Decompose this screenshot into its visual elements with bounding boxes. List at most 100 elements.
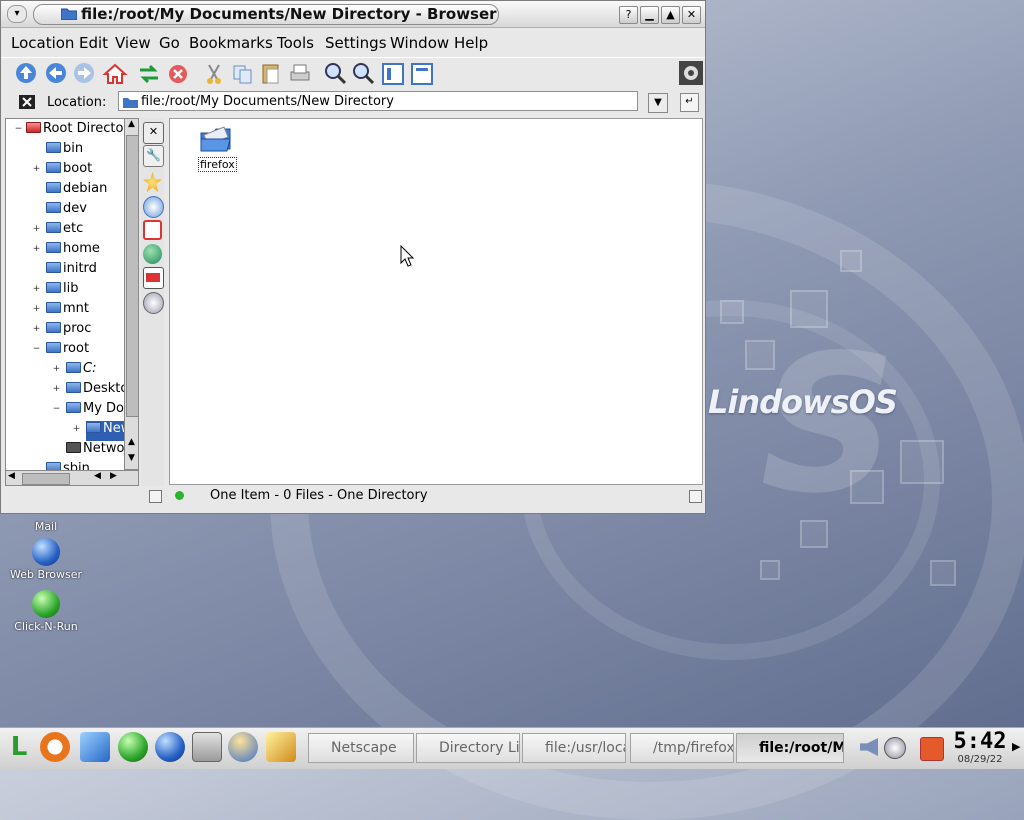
zoom-out-icon[interactable] <box>351 61 377 87</box>
bookmarks-icon[interactable] <box>143 172 162 192</box>
menu-settings[interactable]: Settings <box>325 34 387 52</box>
expand-icon[interactable]: + <box>32 165 41 174</box>
gear-icon[interactable] <box>679 61 705 87</box>
expand-icon[interactable]: + <box>72 425 81 434</box>
menu-tools[interactable]: Tools <box>277 34 314 52</box>
expand-icon[interactable]: + <box>32 285 41 294</box>
expand-icon[interactable]: + <box>32 305 41 314</box>
menu-view[interactable]: View <box>115 34 151 52</box>
resize-grip-icon[interactable] <box>689 490 702 503</box>
menu-help[interactable]: Help <box>454 34 488 52</box>
power-icon[interactable] <box>920 737 944 761</box>
volume-icon[interactable] <box>860 738 878 756</box>
title-bar[interactable]: ▾ file:/root/My Documents/New Directory … <box>1 1 705 28</box>
reload-icon[interactable] <box>136 61 162 87</box>
task-file-usr-local[interactable]: file:/usr/loca <box>522 733 626 763</box>
task-directory-listing[interactable]: Directory Lis <box>416 733 520 763</box>
cut-icon[interactable] <box>201 61 227 87</box>
help-icon[interactable]: ? <box>619 6 638 24</box>
start-menu-icon[interactable]: L <box>4 732 34 762</box>
services-icon[interactable] <box>143 292 164 314</box>
close-icon[interactable]: ✕ <box>682 6 701 24</box>
maximize-icon[interactable]: ▲ <box>661 6 680 24</box>
network-icon[interactable] <box>143 244 162 264</box>
menu-location[interactable]: Location <box>11 34 74 52</box>
scroll-right-icon[interactable]: ▶ <box>110 471 117 481</box>
tree-item[interactable]: home <box>46 241 100 261</box>
history-icon[interactable] <box>143 196 164 218</box>
root-folder-icon[interactable] <box>143 267 164 289</box>
scroll-left-icon[interactable]: ◀ <box>8 471 15 481</box>
collapse-icon[interactable]: − <box>32 345 41 354</box>
tree-item[interactable]: My Do <box>66 401 124 421</box>
clear-location-icon[interactable] <box>19 95 35 109</box>
tree-item[interactable]: bin <box>46 141 83 161</box>
desktop-icon-web-browser[interactable]: Web Browser <box>6 538 86 581</box>
desktop-icon-mail[interactable]: Mail <box>6 520 86 533</box>
mail-icon[interactable] <box>192 732 222 762</box>
close-panel-icon[interactable]: ✕ <box>143 122 164 144</box>
scroll-thumb[interactable] <box>22 473 70 485</box>
tree-item-selected[interactable]: New <box>86 421 125 441</box>
location-dropdown-button[interactable]: ▼ <box>648 93 668 113</box>
user-icon[interactable] <box>884 737 906 759</box>
cube-icon[interactable] <box>80 732 110 762</box>
window-menu-button[interactable]: ▾ <box>7 5 27 23</box>
collapse-icon[interactable]: − <box>52 405 61 414</box>
task-tmp-firefox[interactable]: /tmp/firefox <box>630 733 734 763</box>
icon-view-icon[interactable] <box>380 61 406 87</box>
menu-bookmarks[interactable]: Bookmarks <box>189 34 273 52</box>
menu-go[interactable]: Go <box>159 34 180 52</box>
copy-icon[interactable] <box>230 61 256 87</box>
task-file-root-my-documents[interactable]: file:/root/My <box>736 733 844 763</box>
expand-icon[interactable]: + <box>52 365 61 374</box>
location-input[interactable]: file:/root/My Documents/New Directory <box>118 91 638 111</box>
up-arrow-icon[interactable] <box>14 61 40 87</box>
tree-item[interactable]: proc <box>46 321 91 341</box>
scroll-up-icon[interactable]: ▲ <box>125 437 138 451</box>
tree-item[interactable]: Netwo <box>66 441 124 461</box>
home-icon[interactable] <box>102 61 128 87</box>
tree-item[interactable]: C: <box>66 361 96 381</box>
home-icon[interactable] <box>143 220 162 240</box>
click-n-run-icon[interactable] <box>118 732 148 762</box>
tools-icon[interactable]: 🔧 <box>143 145 164 167</box>
stop-icon[interactable] <box>166 61 192 87</box>
tree-item[interactable]: Deskto <box>66 381 125 401</box>
tree-item[interactable]: debian <box>46 181 107 201</box>
expand-icon[interactable]: + <box>32 225 41 234</box>
scroll-down-icon[interactable]: ▼ <box>125 453 138 467</box>
network-runner-icon[interactable] <box>228 732 258 762</box>
tree-item[interactable]: initrd <box>46 261 97 281</box>
tree-item-root[interactable]: Root Director <box>26 121 125 141</box>
menu-window[interactable]: Window <box>390 34 449 52</box>
paste-icon[interactable] <box>258 61 284 87</box>
taskbar-arrow-icon[interactable]: ▶ <box>1012 740 1020 753</box>
detail-view-icon[interactable] <box>409 61 435 87</box>
scroll-up-icon[interactable]: ▲ <box>125 119 138 133</box>
web-browser-icon[interactable] <box>155 732 185 762</box>
expand-icon[interactable]: + <box>32 325 41 334</box>
tree-item[interactable]: root <box>46 341 89 361</box>
print-icon[interactable] <box>287 61 313 87</box>
desktop-icon-click-n-run[interactable]: Click-N-Run <box>6 590 86 633</box>
resize-grip-icon[interactable] <box>149 490 162 503</box>
task-netscape[interactable]: Netscape <box>308 733 414 763</box>
tree-item[interactable]: boot <box>46 161 92 181</box>
directory-tree[interactable]: Root Director − bin boot + debian dev et… <box>5 118 126 472</box>
tree-horizontal-scrollbar[interactable]: ◀ ◀ ▶ <box>5 470 139 486</box>
zoom-in-icon[interactable] <box>323 61 349 87</box>
scroll-thumb[interactable] <box>126 135 139 417</box>
tree-vertical-scrollbar[interactable]: ▲ ▲ ▼ <box>124 118 139 470</box>
back-arrow-icon[interactable] <box>44 61 70 87</box>
forward-arrow-icon[interactable] <box>72 61 98 87</box>
lifebuoy-icon[interactable] <box>40 732 70 762</box>
file-view[interactable]: firefox <box>169 118 703 485</box>
expand-icon[interactable]: + <box>32 245 41 254</box>
file-item-label[interactable]: firefox <box>198 157 237 172</box>
tree-item[interactable]: mnt <box>46 301 89 321</box>
go-location-icon[interactable]: ↵ <box>680 93 699 112</box>
collapse-icon[interactable]: − <box>14 125 23 134</box>
minimize-icon[interactable]: ▁ <box>640 6 659 24</box>
write-icon[interactable] <box>266 732 296 762</box>
